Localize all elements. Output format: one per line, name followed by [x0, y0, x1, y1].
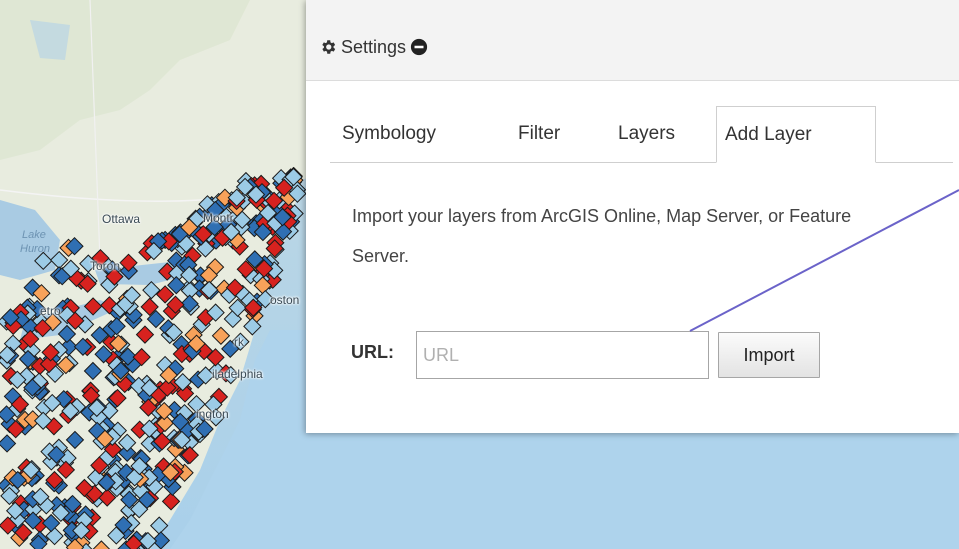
map-label-montreal: Montr	[203, 211, 234, 225]
tab-add-layer[interactable]: Add Layer	[716, 106, 876, 163]
map-label-toronto: Toron	[90, 259, 121, 273]
settings-title-bar[interactable]: Settings	[319, 36, 428, 58]
map-label-ottawa: Ottawa	[102, 212, 141, 226]
settings-title: Settings	[341, 36, 407, 57]
map-label-york: rk	[234, 335, 244, 349]
gear-icon	[322, 40, 336, 54]
url-label: URL:	[351, 342, 394, 362]
add-layer-description: Import your layers from ArcGIS Online, M…	[352, 206, 852, 266]
import-button[interactable]: Import	[718, 332, 820, 378]
tab-filter[interactable]: Filter	[510, 106, 568, 162]
map-label-washington: ington	[196, 407, 229, 421]
settings-tabs: Symbology Filter Layers Add Layer	[330, 106, 953, 163]
tab-symbology[interactable]: Symbology	[334, 106, 444, 162]
map-label-philadelphia: iladelphia	[212, 367, 263, 381]
map-label-detroit: etro	[40, 304, 61, 318]
map-label-lake: Lake	[22, 229, 46, 241]
map-label-huron: Huron	[20, 243, 50, 255]
url-input[interactable]	[416, 331, 709, 379]
tab-layers[interactable]: Layers	[610, 106, 683, 162]
map-label-boston: oston	[270, 293, 300, 307]
minus-circle-icon[interactable]	[410, 38, 428, 56]
settings-panel: Settings Symbology Filter Layers Add Lay…	[306, 0, 959, 433]
settings-header: Settings	[306, 0, 959, 81]
